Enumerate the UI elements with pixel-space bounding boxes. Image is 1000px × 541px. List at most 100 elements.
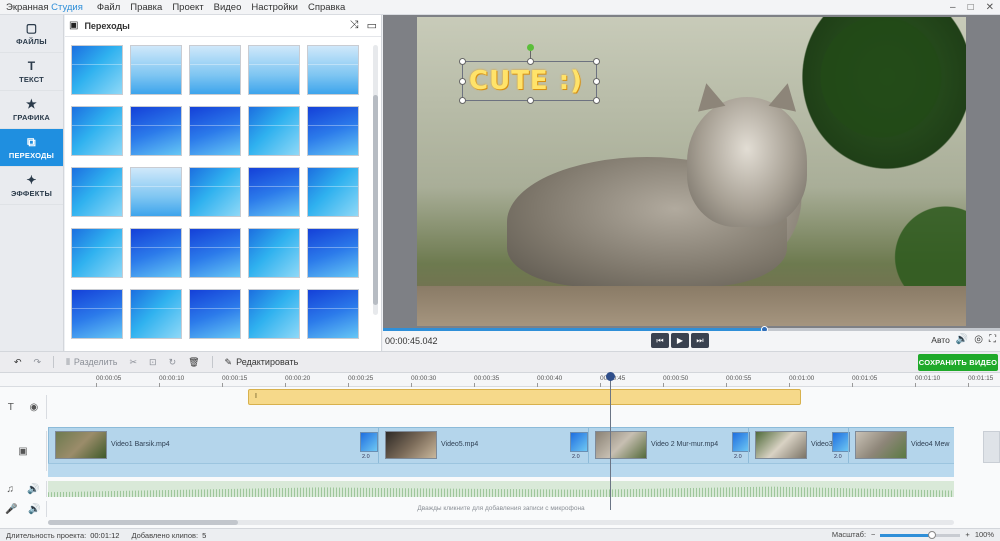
film-icon[interactable]: ▭ xyxy=(367,19,377,32)
transition-tile[interactable] xyxy=(248,45,300,95)
transition-tile[interactable] xyxy=(71,167,123,217)
timeline-ruler[interactable]: 00:00:05 00:00:10 00:00:15 00:00:20 00:0… xyxy=(0,373,1000,387)
prev-button[interactable]: ⏮ xyxy=(651,333,669,348)
maximize-button[interactable]: □ xyxy=(968,0,974,15)
zoom-slider[interactable] xyxy=(880,530,961,539)
menu-video[interactable]: Видео xyxy=(214,2,242,13)
transition-tile[interactable] xyxy=(71,289,123,339)
resize-handle[interactable] xyxy=(459,58,466,65)
undo-icon[interactable]: ↶ xyxy=(14,357,22,368)
save-video-button[interactable]: СОХРАНИТЬ ВИДЕО xyxy=(918,354,998,371)
transition-tile[interactable] xyxy=(307,45,359,95)
video-clip[interactable]: Video4 Mew xyxy=(848,428,954,464)
video-effects-track[interactable] xyxy=(48,463,954,477)
transition-marker[interactable]: 2.0 xyxy=(570,432,588,460)
transition-tile[interactable] xyxy=(189,106,241,156)
music-icon: ♫ xyxy=(6,483,15,495)
play-button[interactable]: ▶ xyxy=(671,333,689,348)
rotate-handle[interactable] xyxy=(527,44,534,51)
quality-select[interactable]: Авто xyxy=(931,335,950,345)
redo-icon[interactable]: ↷ xyxy=(34,357,42,368)
transition-tile[interactable] xyxy=(189,167,241,217)
zoom-in-button[interactable]: + xyxy=(965,529,969,541)
caption-text[interactable]: CUTE :) xyxy=(469,66,583,96)
close-button[interactable]: ✕ xyxy=(986,0,994,15)
transition-tile[interactable] xyxy=(130,167,182,217)
caption-textbox[interactable]: CUTE :) xyxy=(459,44,600,104)
transition-tile[interactable] xyxy=(130,228,182,278)
menu-help[interactable]: Справка xyxy=(308,2,345,13)
ruler-tick: 00:00:20 xyxy=(285,375,311,387)
ruler-tick: 00:01:15 xyxy=(968,375,994,387)
menu-file[interactable]: Файл xyxy=(97,2,120,13)
nav-text[interactable]: T ТЕКСТ xyxy=(0,53,63,91)
next-clip-placeholder xyxy=(983,431,1000,463)
nav-graphics-label: ГРАФИКА xyxy=(12,112,50,122)
edit-button[interactable]: ✎ Редактировать xyxy=(225,357,299,368)
transition-tile[interactable] xyxy=(130,106,182,156)
delete-icon[interactable]: 🗑 xyxy=(188,357,199,368)
timeline-scrollbar[interactable] xyxy=(48,520,954,525)
transition-tile[interactable] xyxy=(130,289,182,339)
volume-icon[interactable]: 🔊 xyxy=(956,334,968,345)
resize-handle[interactable] xyxy=(459,97,466,104)
crop-icon[interactable]: ⊡ xyxy=(149,357,157,368)
zoom-slider-knob[interactable] xyxy=(928,530,937,539)
panel-scroll-thumb[interactable] xyxy=(373,95,378,305)
ruler-tick: 00:00:30 xyxy=(411,375,437,387)
resize-handle[interactable] xyxy=(593,78,600,85)
resize-handle[interactable] xyxy=(593,58,600,65)
video-clip[interactable]: Video5.mp4 xyxy=(378,428,568,464)
playhead[interactable] xyxy=(606,372,615,510)
split-button[interactable]: ⫴ Разделить xyxy=(66,357,117,368)
menu-edit[interactable]: Правка xyxy=(130,2,162,13)
resize-handle[interactable] xyxy=(527,58,534,65)
mic-volume-icon[interactable]: 🔊 xyxy=(28,504,40,515)
transition-tile[interactable] xyxy=(307,228,359,278)
audio-track[interactable] xyxy=(48,481,954,497)
video-clip[interactable]: Video1 Barsik.mp4 xyxy=(48,428,360,464)
nav-transitions[interactable]: ⧉ ПЕРЕХОДЫ xyxy=(0,129,63,167)
resize-handle[interactable] xyxy=(527,97,534,104)
transition-tile[interactable] xyxy=(307,167,359,217)
nav-files[interactable]: ▢ ФАЙЛЫ xyxy=(0,15,63,53)
transition-tile[interactable] xyxy=(189,289,241,339)
zoom-out-button[interactable]: − xyxy=(871,529,875,541)
transition-tile[interactable] xyxy=(248,289,300,339)
cut-icon[interactable]: ✂ xyxy=(129,357,137,368)
transition-tile[interactable] xyxy=(189,45,241,95)
video-clip[interactable]: Video3 M xyxy=(748,428,844,464)
minimize-button[interactable]: – xyxy=(950,0,956,15)
transition-tile[interactable] xyxy=(248,106,300,156)
panel-scrollbar[interactable] xyxy=(373,45,378,315)
transition-tile[interactable] xyxy=(307,289,359,339)
visibility-eye-icon[interactable]: ◉ xyxy=(29,402,38,413)
nav-effects[interactable]: ✦ ЭФФЕКТЫ xyxy=(0,167,63,205)
nav-graphics[interactable]: ★ ГРАФИКА xyxy=(0,91,63,129)
transition-tile[interactable] xyxy=(71,45,123,95)
transition-tile[interactable] xyxy=(71,106,123,156)
panel-title: Переходы xyxy=(84,20,130,31)
mic-track[interactable]: Дважды кликните для добавления записи с … xyxy=(48,501,954,517)
timeline-scroll-thumb[interactable] xyxy=(48,520,238,525)
shuffle-icon[interactable]: ⤨ xyxy=(350,19,359,32)
text-clip[interactable]: I xyxy=(248,389,801,405)
transition-tile[interactable] xyxy=(248,167,300,217)
resize-handle[interactable] xyxy=(593,97,600,104)
preview-frame[interactable]: CUTE :) xyxy=(417,17,966,326)
transition-tile[interactable] xyxy=(307,106,359,156)
snapshot-icon[interactable]: ◎ xyxy=(974,334,983,345)
transition-tile[interactable] xyxy=(189,228,241,278)
transition-tile[interactable] xyxy=(71,228,123,278)
menu-settings[interactable]: Настройки xyxy=(251,2,298,13)
current-time: 00:00:45.042 xyxy=(385,336,438,346)
menu-project[interactable]: Проект xyxy=(172,2,203,13)
resize-handle[interactable] xyxy=(459,78,466,85)
audio-volume-icon[interactable]: 🔊 xyxy=(27,484,39,495)
next-button[interactable]: ⏭ xyxy=(691,333,709,348)
transition-tile[interactable] xyxy=(130,45,182,95)
fullscreen-icon[interactable]: ⛶ xyxy=(989,334,996,345)
transition-tile[interactable] xyxy=(248,228,300,278)
transition-marker[interactable]: 2.0 xyxy=(360,432,378,460)
rotate-icon[interactable]: ↻ xyxy=(169,357,177,368)
